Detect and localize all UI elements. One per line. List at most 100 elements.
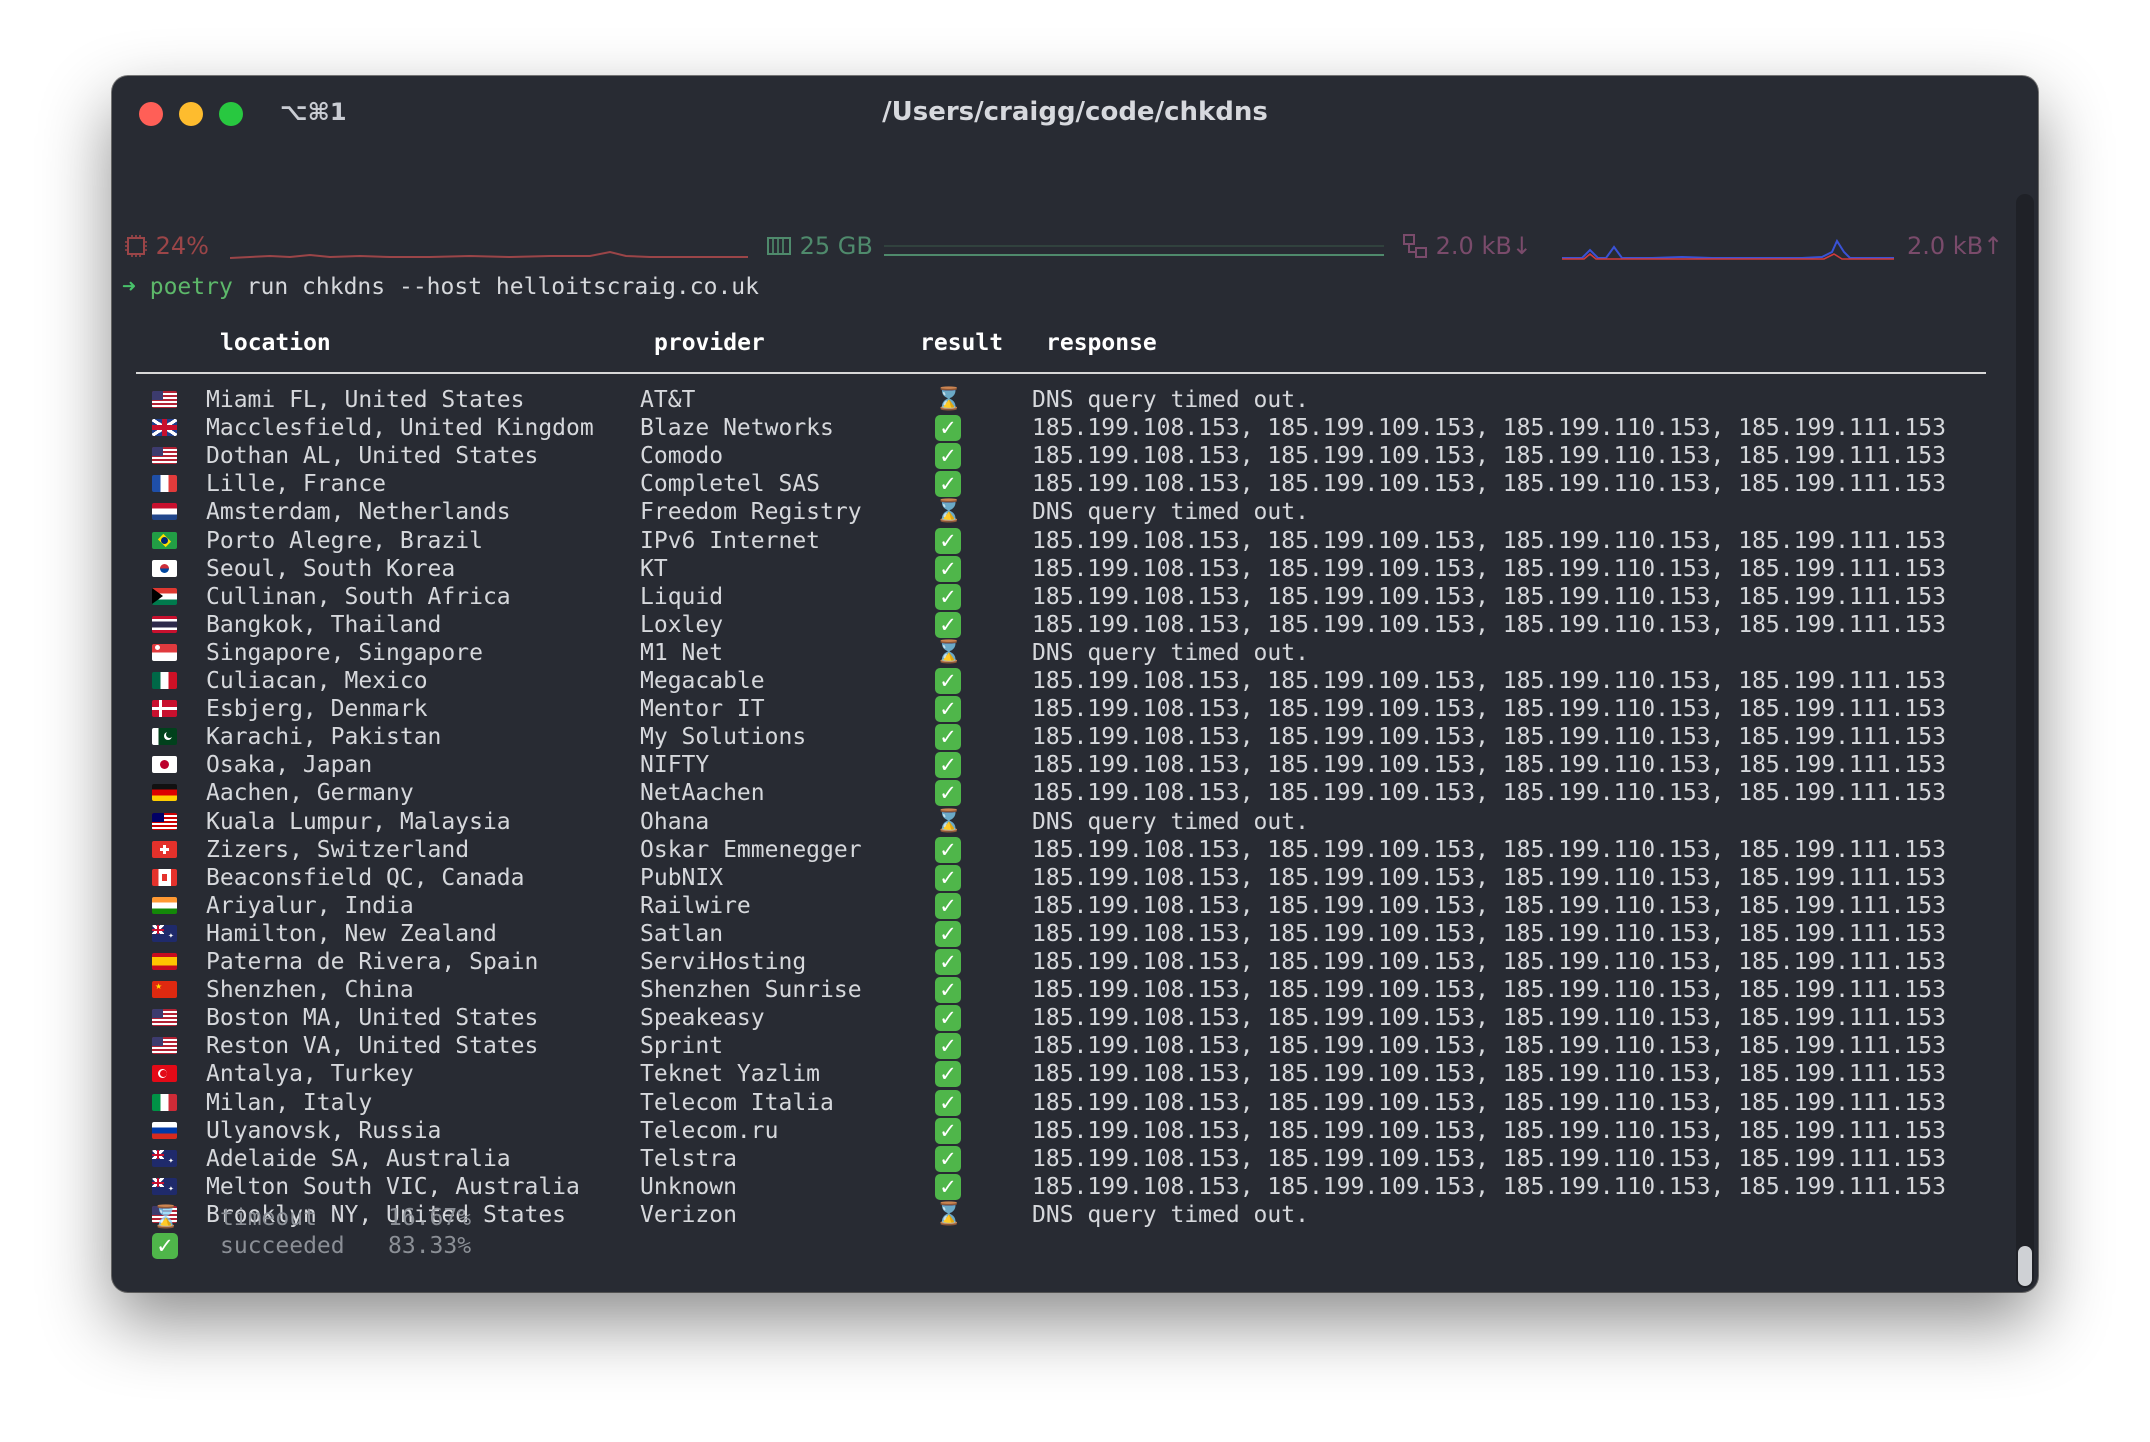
row-response: 185.199.108.153, 185.199.109.153, 185.19… [1032,471,1946,498]
column-header-response: response [1046,330,1157,356]
row-location: Amsterdam, Netherlands [206,499,511,526]
table-row: Antalya, Turkey Teknet Yazlim ✓ 185.199.108… [112,1060,2038,1088]
check-mark-icon: ✓ [935,949,961,975]
table-row: Esbjerg, Denmark Mentor IT ✓ 185.199.108.15… [112,695,2038,723]
row-provider: Freedom Registry [640,499,862,526]
row-response: 185.199.108.153, 185.199.109.153, 185.19… [1032,1089,1946,1116]
row-result: ✓ [935,471,961,498]
hourglass-icon: ⌛ [935,387,963,412]
column-header-result: result [920,330,1004,356]
row-location: Boston MA, United States [206,1005,539,1032]
summary-value: 83.33% [388,1233,472,1259]
check-mark-icon: ✓ [935,415,961,442]
row-provider: Liquid [640,583,724,610]
row-result: ✓ [935,527,961,554]
row-response: 185.199.108.153, 185.199.109.153, 185.19… [1032,1117,1946,1144]
check-mark-icon: ✓ [935,471,961,498]
row-location: Singapore, Singapore [206,639,483,666]
row-provider: Satlan [640,920,724,947]
table-row: Paterna de Rivera, Spain ServiHosting ✓ 185… [112,948,2038,976]
check-mark-icon: ✓ [935,1145,961,1172]
flag-de-icon [152,784,177,802]
row-location: Bangkok, Thailand [206,611,442,638]
table-row: Osaka, Japan NIFTY ✓ 185.199.108.153, 185.1… [112,751,2038,779]
check-mark-icon: ✓ [935,443,961,470]
flag-us-icon [152,1009,177,1027]
row-location: Culiacan, Mexico [206,668,428,694]
row-response: 185.199.108.153, 185.199.109.153, 185.19… [1032,443,1946,470]
row-result: ✓ [935,611,961,638]
flag-ca-icon [152,868,177,886]
row-result: ✓ [935,415,961,442]
table-row: Zizers, Switzerland Oskar Emmenegger ✓ 185.… [112,836,2038,864]
row-result: ✓ [935,1033,961,1060]
row-location: Ulyanovsk, Russia [206,1117,442,1144]
row-result: ✓ [935,1005,961,1032]
row-response: 185.199.108.153, 185.199.109.153, 185.19… [1032,752,1946,779]
row-result: ✓ [935,1145,961,1172]
check-mark-icon: ✓ [935,1117,961,1144]
row-response: DNS query timed out. [1032,639,1309,666]
table-row: Culiacan, Mexico Megacable ✓ 185.199.108.15… [112,667,2038,695]
flag-in-icon [152,896,177,914]
row-location: Shenzhen, China [206,977,414,1004]
row-provider: M1 Net [640,639,724,666]
row-response: 185.199.108.153, 185.199.109.153, 185.19… [1032,1145,1946,1172]
row-response: 185.199.108.153, 185.199.109.153, 185.19… [1032,836,1946,863]
terminal-window: ⌥⌘1 /Users/craigg/code/chkdns 24% 25 GB [112,76,2038,1292]
row-response: 185.199.108.153, 185.199.109.153, 185.19… [1032,1033,1946,1060]
check-mark-icon: ✓ [935,1061,961,1088]
row-location: Porto Alegre, Brazil [206,527,483,554]
table-row: Cullinan, South Africa Liquid ✓ 185.199.108… [112,583,2038,611]
column-header-provider: provider [654,330,765,356]
check-mark-icon: ✓ [935,836,961,863]
flag-za-icon [152,587,177,605]
row-response: DNS query timed out. [1032,808,1309,835]
row-result: ✓ [935,1089,961,1116]
check-mark-icon: ✓ [935,1033,961,1060]
table-row: ✦ Adelaide SA, Australia Telstra ✓ 185.199.1… [112,1145,2038,1173]
row-response: 185.199.108.153, 185.199.109.153, 185.19… [1032,920,1946,947]
row-result: ✓ [935,1061,961,1088]
row-provider: Speakeasy [640,1005,765,1032]
row-result: ⌛ [935,499,962,525]
table-row: Dothan AL, United States Comodo ✓ 185.199.1… [112,442,2038,470]
table-row: Amsterdam, Netherlands Freedom Registry ⌛ D… [112,498,2038,526]
row-location: Cullinan, South Africa [206,583,511,610]
row-result: ✓ [935,668,961,694]
row-provider: NetAachen [640,780,765,807]
row-location: Lille, France [206,471,387,498]
check-mark-icon: ✓ [935,752,961,779]
terminal-content[interactable]: ➜ poetry run chkdns --host helloitscraig… [112,76,2038,1292]
row-result: ✓ [935,836,961,863]
row-response: 185.199.108.153, 185.199.109.153, 185.19… [1032,415,1946,442]
hourglass-icon: ⌛ [152,1205,180,1230]
command-prompt: ➜ poetry run chkdns --host helloitscraig… [122,272,759,302]
table-row: Lille, France Completel SAS ✓ 185.199.108.1… [112,470,2038,498]
row-response: 185.199.108.153, 185.199.109.153, 185.19… [1032,696,1946,723]
row-location: Seoul, South Korea [206,555,456,582]
row-result: ✓ [935,443,961,470]
table-row: ✦ Hamilton, New Zealand Satlan ✓ 185.199.108… [112,920,2038,948]
row-location: Milan, Italy [206,1089,373,1116]
flag-au-icon: ✦ [152,1177,177,1195]
row-provider: Sprint [640,1033,724,1060]
flag-pk-icon [152,728,177,746]
row-response: 185.199.108.153, 185.199.109.153, 185.19… [1032,949,1946,975]
row-response: 185.199.108.153, 185.199.109.153, 185.19… [1032,583,1946,610]
row-result: ✓ [935,864,961,891]
row-response: 185.199.108.153, 185.199.109.153, 185.19… [1032,977,1946,1004]
check-mark-icon: ✓ [935,668,961,694]
flag-nl-icon [152,503,177,521]
row-provider: Telecom.ru [640,1117,779,1144]
row-location: Karachi, Pakistan [206,724,442,751]
flag-us-icon [152,1037,177,1055]
flag-jp-icon [152,756,177,774]
flag-tr-icon [152,1065,177,1083]
row-provider: Ohana [640,808,710,835]
row-location: Aachen, Germany [206,780,414,807]
table-row: Macclesfield, United Kingdom Blaze Networ… [112,414,2038,442]
row-location: Dothan AL, United States [206,443,539,470]
flag-es-icon [152,953,177,970]
row-response: 185.199.108.153, 185.199.109.153, 185.19… [1032,1173,1946,1200]
